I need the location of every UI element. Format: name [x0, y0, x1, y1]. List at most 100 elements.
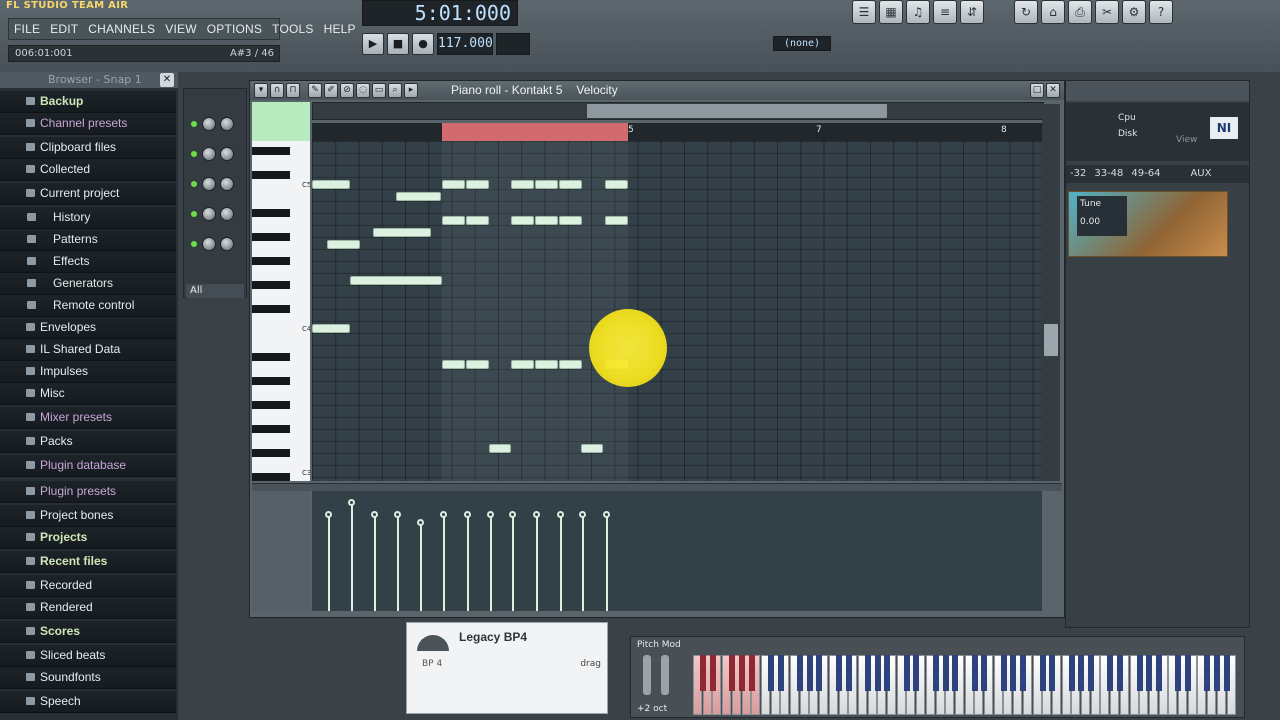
close-icon[interactable]: ✕: [1046, 83, 1060, 98]
browser-item[interactable]: Current project: [0, 183, 176, 205]
cut-icon[interactable]: ✂: [1095, 0, 1119, 24]
velocity-stem[interactable]: [328, 515, 330, 611]
midi-note[interactable]: [312, 180, 350, 189]
maximize-icon[interactable]: □: [1030, 83, 1044, 98]
browser-item[interactable]: Misc: [0, 383, 176, 405]
range-tab[interactable]: 33-48: [1094, 165, 1123, 183]
browser-icon[interactable]: ≡: [933, 0, 957, 24]
black-key[interactable]: [252, 377, 290, 385]
volume-knob[interactable]: [220, 147, 234, 161]
velocity-handle[interactable]: [394, 511, 401, 518]
velocity-handle[interactable]: [348, 499, 355, 506]
octave-shift[interactable]: +2 oct: [637, 704, 667, 714]
magnet-icon[interactable]: ∩: [270, 83, 284, 98]
velocity-handle[interactable]: [440, 511, 447, 518]
playlist-icon[interactable]: ☰: [852, 0, 876, 24]
piano-keys[interactable]: C5 C4 C3: [252, 141, 310, 481]
black-key[interactable]: [777, 655, 784, 691]
menu-edit[interactable]: EDIT: [45, 22, 83, 36]
black-key[interactable]: [252, 171, 290, 179]
midi-note[interactable]: [535, 360, 558, 369]
midi-note[interactable]: [396, 192, 441, 201]
scrollbar-thumb[interactable]: [587, 104, 887, 118]
black-key[interactable]: [738, 655, 745, 691]
channel-led[interactable]: [191, 121, 197, 127]
save-icon[interactable]: ⌂: [1041, 0, 1065, 24]
velocity-handle[interactable]: [533, 511, 540, 518]
browser-item[interactable]: Envelopes: [0, 317, 176, 339]
black-key[interactable]: [1020, 655, 1027, 691]
black-key[interactable]: [971, 655, 978, 691]
black-key[interactable]: [252, 209, 290, 217]
midi-note[interactable]: [442, 360, 465, 369]
menu-help[interactable]: HELP: [319, 22, 361, 36]
black-key[interactable]: [816, 655, 823, 691]
midi-note[interactable]: [327, 240, 360, 249]
black-key[interactable]: [1010, 655, 1017, 691]
piano-roll-target[interactable]: Piano roll - Kontakt 5: [451, 83, 562, 97]
black-key[interactable]: [252, 257, 290, 265]
midi-note[interactable]: [511, 360, 534, 369]
zoom-icon[interactable]: ⌕: [388, 83, 402, 98]
black-key[interactable]: [1039, 655, 1046, 691]
kontakt-instrument[interactable]: Tune 0.00: [1068, 191, 1228, 257]
black-key[interactable]: [709, 655, 716, 691]
black-key[interactable]: [1136, 655, 1143, 691]
velocity-handle[interactable]: [325, 511, 332, 518]
black-key[interactable]: [1146, 655, 1153, 691]
black-key[interactable]: [952, 655, 959, 691]
plugin-picker[interactable]: Legacy BP4 BP 4 drag: [406, 622, 608, 714]
midi-note[interactable]: [373, 228, 431, 237]
black-key[interactable]: [252, 147, 290, 155]
range-tab[interactable]: 49-64: [1131, 165, 1160, 183]
black-key[interactable]: [1078, 655, 1085, 691]
velocity-stem[interactable]: [582, 515, 584, 611]
channel-led[interactable]: [191, 241, 197, 247]
range-tab[interactable]: -32: [1070, 165, 1086, 183]
mod-wheel[interactable]: [661, 655, 669, 695]
stop-button[interactable]: ■: [387, 33, 409, 55]
loop-region[interactable]: [442, 123, 628, 141]
midi-note[interactable]: [559, 180, 582, 189]
black-key[interactable]: [981, 655, 988, 691]
piano-roll-icon[interactable]: ♫: [906, 0, 930, 24]
black-key[interactable]: [1107, 655, 1114, 691]
tune-control[interactable]: Tune 0.00: [1077, 196, 1127, 236]
black-key[interactable]: [252, 449, 290, 457]
black-key[interactable]: [913, 655, 920, 691]
timeline-ruler[interactable]: 5 7 8: [312, 123, 1042, 141]
scrollbar-thumb[interactable]: [1044, 324, 1058, 356]
menu-view[interactable]: VIEW: [160, 22, 201, 36]
velocity-stem[interactable]: [374, 515, 376, 611]
midi-note[interactable]: [466, 216, 489, 225]
black-key[interactable]: [1175, 655, 1182, 691]
black-key[interactable]: [1088, 655, 1094, 691]
browser-item[interactable]: Clipboard files: [0, 137, 176, 159]
volume-knob[interactable]: [220, 207, 234, 221]
channel-led[interactable]: [191, 211, 197, 217]
song-time-display[interactable]: 5:01:000: [362, 0, 518, 26]
velocity-stem[interactable]: [536, 515, 538, 611]
mixer-icon[interactable]: ⇵: [960, 0, 984, 24]
velocity-stem[interactable]: [606, 515, 608, 611]
snap-icon[interactable]: ⊓: [286, 83, 300, 98]
midi-note[interactable]: [489, 444, 511, 453]
pan-knob[interactable]: [202, 177, 216, 191]
tools-icon[interactable]: ⚙: [1122, 0, 1146, 24]
black-key[interactable]: [252, 473, 290, 481]
midi-note[interactable]: [559, 360, 582, 369]
midi-note[interactable]: [442, 180, 465, 189]
menu-arrow-icon[interactable]: ▾: [254, 83, 268, 98]
velocity-stem[interactable]: [560, 515, 562, 611]
browser-item[interactable]: Patterns: [0, 229, 176, 251]
velocity-handle[interactable]: [509, 511, 516, 518]
black-key[interactable]: [884, 655, 891, 691]
event-selector[interactable]: Velocity: [576, 83, 617, 97]
browser-item[interactable]: Sliced beats: [0, 645, 176, 667]
pattern-dropdown[interactable]: (none): [773, 36, 831, 51]
midi-note[interactable]: [442, 216, 465, 225]
black-key[interactable]: [845, 655, 852, 691]
browser-item[interactable]: Projects: [0, 527, 176, 549]
velocity-handle[interactable]: [603, 511, 610, 518]
view-button[interactable]: View: [1176, 135, 1197, 145]
